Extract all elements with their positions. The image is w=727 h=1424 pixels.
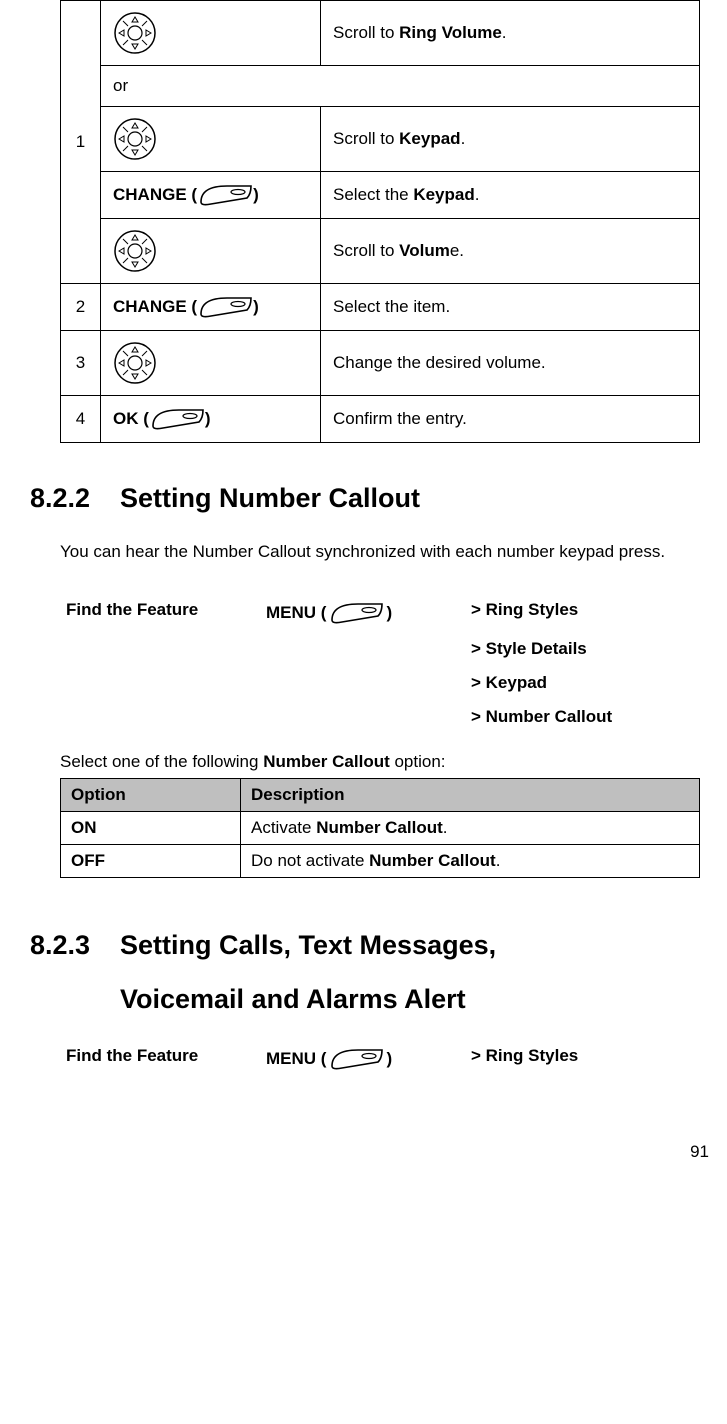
nav-pad-icon (113, 117, 157, 161)
nav-pad-icon (113, 341, 157, 385)
or-row: or (101, 66, 700, 107)
nav-path-4: > Number Callout (471, 700, 697, 734)
page-number: 91 (0, 1142, 727, 1162)
step-4-desc: Confirm the entry. (321, 396, 700, 443)
step-1-number: 1 (61, 1, 101, 284)
nav-path-1: > Ring Styles (471, 600, 697, 620)
step-2-desc: Select the item. (321, 284, 700, 331)
nav-pad-icon (113, 229, 157, 273)
find-feature-label: Find the Feature (66, 600, 266, 620)
step-1a-action (101, 1, 321, 66)
find-feature-row-2: Find the Feature MENU ( ) > Ring Styles (66, 1046, 697, 1072)
options-table: Option Description ON Activate Number Ca… (60, 778, 700, 878)
step-1d-action (101, 219, 321, 284)
softkey-icon (197, 294, 253, 320)
menu-label: MENU ( ) (266, 1046, 471, 1072)
table-row: OFF Do not activate Number Callout. (61, 844, 700, 877)
step-3-number: 3 (61, 331, 101, 396)
softkey-icon (328, 1046, 384, 1072)
nav-path-1: > Ring Styles (471, 1046, 697, 1066)
step-3-desc: Change the desired volume. (321, 331, 700, 396)
step-3-action (101, 331, 321, 396)
find-feature-row-1: Find the Feature MENU ( ) > Ring Styles (66, 600, 697, 626)
nav-path-list: > Style Details > Keypad > Number Callou… (471, 632, 697, 734)
option-on: ON (61, 811, 241, 844)
step-1d-desc: Scroll to Volume. (321, 219, 700, 284)
softkey-icon (197, 182, 253, 208)
nav-path-2: > Style Details (471, 632, 697, 666)
find-feature-label: Find the Feature (66, 1046, 266, 1066)
steps-table: 1 Scroll to Ring Volume. or Scroll to Ke… (60, 0, 700, 443)
table-row: ON Activate Number Callout. (61, 811, 700, 844)
option-off-desc: Do not activate Number Callout. (241, 844, 700, 877)
step-1b-desc: Scroll to Keypad. (321, 107, 700, 172)
step-1b-action (101, 107, 321, 172)
step-1a-desc: Scroll to Ring Volume. (321, 1, 700, 66)
step-2-action: CHANGE ( ) (101, 284, 321, 331)
options-header-option: Option (61, 778, 241, 811)
nav-pad-icon (113, 11, 157, 55)
softkey-icon (328, 600, 384, 626)
step-4-number: 4 (61, 396, 101, 443)
option-off: OFF (61, 844, 241, 877)
options-header-description: Description (241, 778, 700, 811)
step-4-action: OK ( ) (101, 396, 321, 443)
softkey-icon (149, 406, 205, 432)
select-option-text: Select one of the following Number Callo… (60, 752, 697, 772)
nav-path-3: > Keypad (471, 666, 697, 700)
section-8-2-2-paragraph: You can hear the Number Callout synchron… (60, 534, 697, 570)
step-1c-action: CHANGE ( ) (101, 172, 321, 219)
option-on-desc: Activate Number Callout. (241, 811, 700, 844)
step-1c-desc: Select the Keypad. (321, 172, 700, 219)
step-2-number: 2 (61, 284, 101, 331)
section-8-2-3-heading: 8.2.3Setting Calls, Text Messages, Voice… (30, 918, 697, 1026)
menu-label: MENU ( ) (266, 600, 471, 626)
section-8-2-2-heading: 8.2.2Setting Number Callout (30, 483, 697, 514)
